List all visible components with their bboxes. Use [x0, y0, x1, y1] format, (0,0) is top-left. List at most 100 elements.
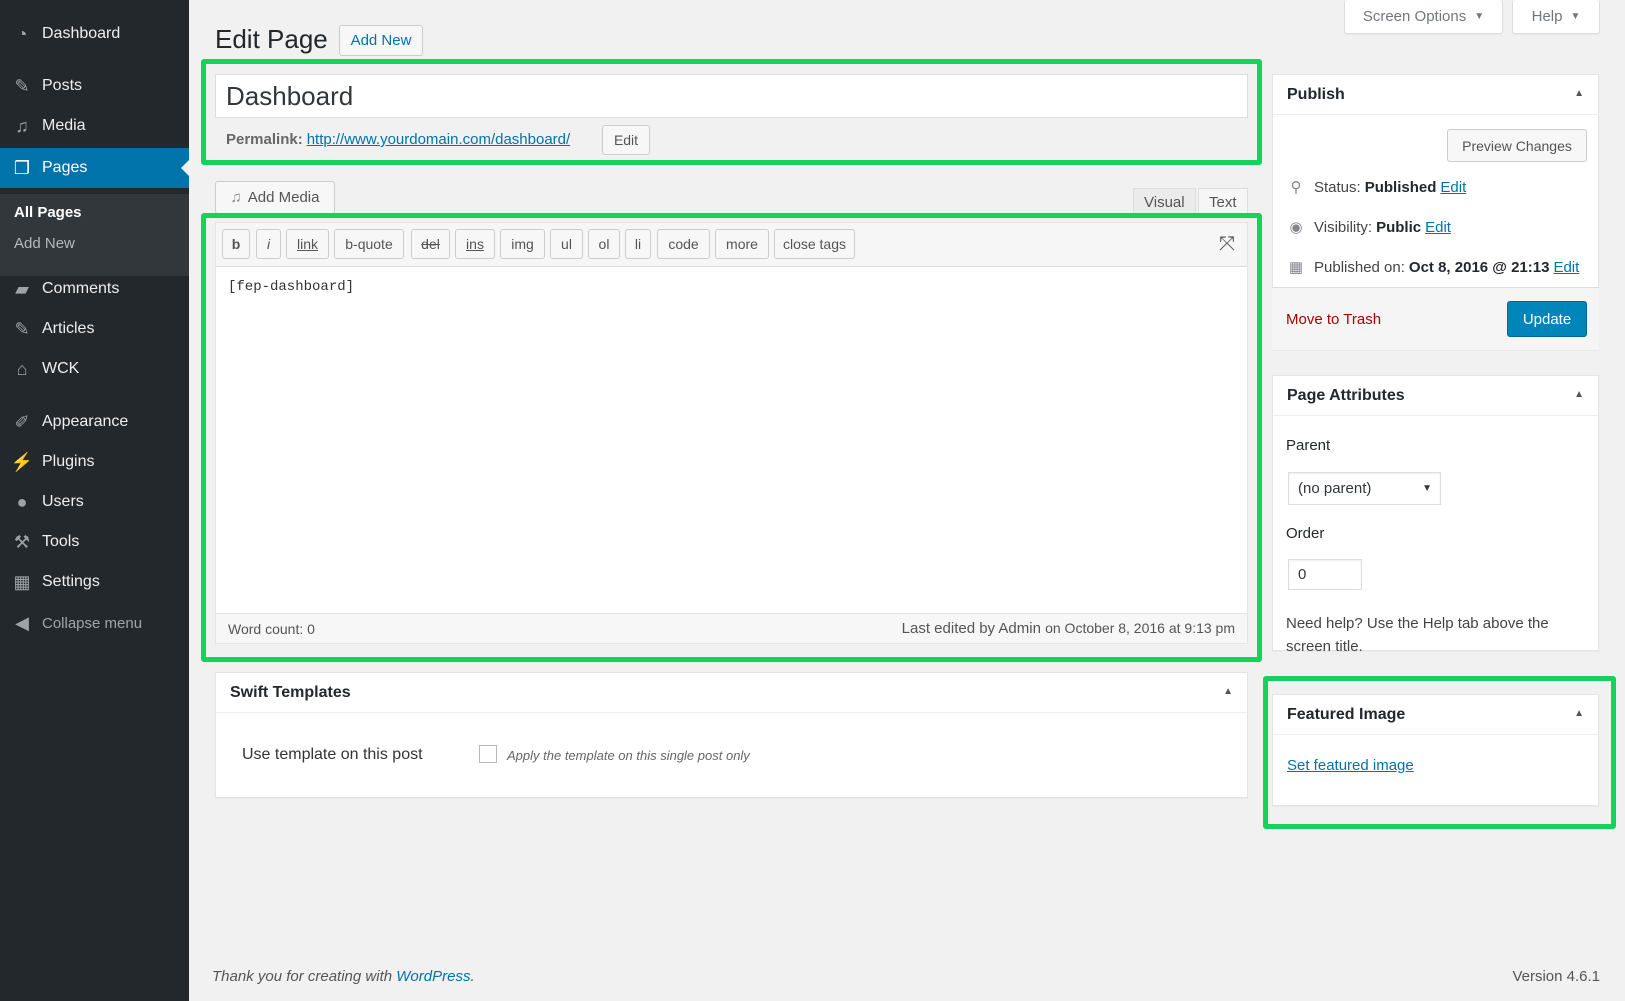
- status-row: ⚲ Status: Published Edit: [1286, 178, 1467, 197]
- tab-visual[interactable]: Visual: [1133, 188, 1196, 216]
- menu-articles[interactable]: ✎ Articles: [0, 309, 189, 349]
- menu-label: Media: [42, 117, 86, 134]
- submenu-all-pages[interactable]: All Pages: [14, 204, 82, 221]
- swift-label: Use template on this post: [242, 746, 423, 763]
- qt-li-button[interactable]: li: [625, 229, 651, 259]
- fullscreen-icon[interactable]: ⤧: [1219, 233, 1235, 256]
- qt-img-button[interactable]: img: [500, 229, 545, 259]
- toggle-arrow-icon[interactable]: ▲: [1574, 88, 1584, 99]
- dashboard-icon: ◔: [16, 23, 28, 44]
- wrench-icon: ⚒: [13, 531, 31, 552]
- featured-image-box: Featured Image ▲ Set featured image: [1272, 694, 1599, 806]
- visibility-row: ◉ Visibility: Public Edit: [1286, 218, 1451, 237]
- menu-posts[interactable]: ✎ Posts: [0, 66, 189, 106]
- qt-link-button[interactable]: link: [286, 229, 329, 259]
- comments-icon: ▰: [15, 278, 29, 299]
- pages-icon: ❐: [13, 157, 31, 178]
- order-input[interactable]: 0: [1288, 559, 1362, 590]
- qt-code-button[interactable]: code: [657, 229, 710, 259]
- add-media-button[interactable]: ♫ Add Media: [215, 181, 335, 214]
- screen-options-button[interactable]: Screen Options ▼: [1344, 0, 1503, 34]
- submenu-add-new[interactable]: Add New: [14, 235, 75, 252]
- preview-changes-button[interactable]: Preview Changes: [1447, 129, 1587, 162]
- last-edited-by: Last edited by Admin: [901, 620, 1041, 637]
- menu-settings[interactable]: ▦ Settings: [0, 562, 189, 602]
- menu-label: Plugins: [42, 453, 95, 470]
- update-button[interactable]: Update: [1507, 301, 1587, 337]
- chevron-down-icon: ▼: [1570, 11, 1581, 22]
- text-editor: b i link b-quote del ins img ul ol li co…: [215, 222, 1248, 644]
- menu-label: Appearance: [42, 413, 129, 430]
- toggle-arrow-icon[interactable]: ▲: [1574, 389, 1584, 400]
- qt-ol-button[interactable]: ol: [588, 229, 620, 259]
- apply-template-checkbox[interactable]: [479, 745, 497, 763]
- post-title-input[interactable]: Dashboard: [215, 74, 1248, 118]
- editor-status-bar: Word count: 0 Last edited by Admin on Oc…: [216, 613, 1247, 643]
- published-edit-link[interactable]: Edit: [1553, 259, 1579, 276]
- plugin-icon: ⚡: [10, 451, 34, 472]
- parent-select[interactable]: (no parent) ▼: [1288, 472, 1441, 505]
- visibility-value: Public: [1376, 218, 1422, 236]
- page-attributes-box: Page Attributes ▲: [1272, 375, 1599, 651]
- menu-label: Posts: [42, 77, 83, 94]
- permalink-label: Permalink:: [226, 131, 303, 148]
- collapse-icon: ◀: [15, 612, 29, 633]
- menu-pages[interactable]: ❐ Pages: [0, 148, 189, 188]
- qt-del-button[interactable]: del: [411, 229, 450, 259]
- footer-version: Version 4.6.1: [1512, 968, 1600, 985]
- media-icon: ♫: [15, 115, 29, 136]
- pushpin-icon: ✎: [14, 75, 30, 96]
- move-to-trash-link[interactable]: Move to Trash: [1286, 311, 1381, 328]
- menu-users[interactable]: ● Users: [0, 482, 189, 522]
- screen-options-label: Screen Options: [1362, 8, 1467, 25]
- swift-templates-box: Swift Templates ▲ Use template on this p…: [215, 672, 1248, 798]
- set-featured-image-link[interactable]: Set featured image: [1287, 757, 1414, 774]
- qt-italic-button[interactable]: i: [256, 229, 281, 259]
- tab-text[interactable]: Text: [1198, 188, 1248, 216]
- order-label: Order: [1286, 525, 1325, 542]
- toggle-arrow-icon[interactable]: ▲: [1223, 686, 1233, 697]
- menu-label: Users: [42, 493, 84, 510]
- menu-collapse[interactable]: ◀ Collapse menu: [0, 603, 189, 643]
- quicktags-toolbar: b i link b-quote del ins img ul ol li co…: [216, 223, 1247, 267]
- published-value: Oct 8, 2016 @ 21:13: [1408, 258, 1550, 276]
- qt-ins-button[interactable]: ins: [455, 229, 495, 259]
- menu-comments[interactable]: ▰ Comments: [0, 269, 189, 309]
- menu-media[interactable]: ♫ Media: [0, 106, 189, 146]
- status-label: Status:: [1314, 178, 1361, 196]
- calendar-icon: ▦: [1288, 259, 1304, 276]
- qt-bquote-button[interactable]: b-quote: [334, 229, 404, 259]
- swift-templates-title: Swift Templates: [216, 673, 1247, 713]
- pages-submenu: All Pages Add New: [0, 194, 189, 276]
- menu-label: Settings: [42, 573, 100, 590]
- eye-icon: ◉: [1289, 219, 1303, 236]
- menu-tools[interactable]: ⚒ Tools: [0, 522, 189, 562]
- qt-close-tags-button[interactable]: close tags: [774, 229, 855, 259]
- menu-label: Pages: [42, 159, 88, 176]
- toggle-arrow-icon[interactable]: ▲: [1574, 708, 1584, 719]
- qt-more-button[interactable]: more: [715, 229, 769, 259]
- status-edit-link[interactable]: Edit: [1440, 179, 1466, 196]
- menu-dashboard[interactable]: ◔ Dashboard: [0, 14, 189, 54]
- help-button[interactable]: Help ▼: [1512, 0, 1600, 34]
- menu-wck[interactable]: ⌂ WCK: [0, 349, 189, 389]
- permalink-url[interactable]: http://www.yourdomain.com/dashboard/: [307, 131, 570, 148]
- help-label: Help: [1531, 8, 1563, 25]
- chevron-down-icon: ▼: [1474, 11, 1485, 22]
- pushpin-icon: ✎: [14, 318, 30, 339]
- permalink-edit-button[interactable]: Edit: [602, 125, 650, 155]
- word-count: Word count: 0: [228, 621, 315, 637]
- featured-image-title: Featured Image: [1273, 695, 1598, 735]
- visibility-edit-link[interactable]: Edit: [1425, 219, 1451, 236]
- menu-appearance[interactable]: ✐ Appearance: [0, 402, 189, 442]
- qt-ul-button[interactable]: ul: [550, 229, 583, 259]
- qt-bold-button[interactable]: b: [222, 229, 250, 259]
- add-new-button[interactable]: Add New: [339, 25, 423, 56]
- menu-label: Tools: [42, 533, 80, 550]
- wordpress-link[interactable]: WordPress: [396, 968, 470, 985]
- parent-label: Parent: [1286, 437, 1331, 454]
- menu-plugins[interactable]: ⚡ Plugins: [0, 442, 189, 482]
- menu-label: WCK: [42, 360, 80, 377]
- editor-content[interactable]: [fep-dashboard]: [228, 279, 354, 295]
- publish-title: Publish: [1273, 75, 1598, 115]
